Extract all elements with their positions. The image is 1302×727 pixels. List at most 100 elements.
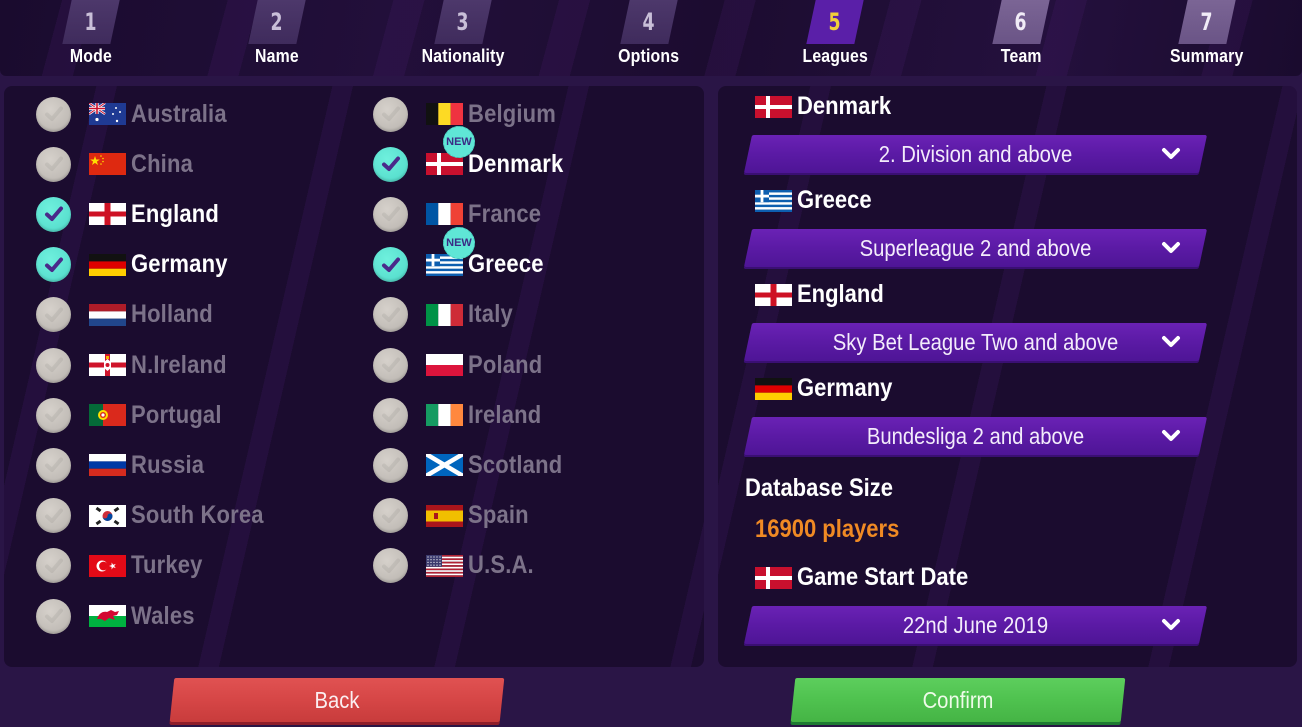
country-checkbox[interactable] [373,548,408,584]
back-button-label: Back [314,686,360,713]
country-checkbox[interactable] [36,247,71,283]
checkmark-faint-icon [44,457,63,473]
country-option-greece[interactable]: Greece NEW [373,226,554,285]
flag-nireland-icon [89,354,126,376]
country-checkbox[interactable] [373,397,408,433]
country-option-china[interactable]: China [36,144,201,184]
country-checkbox[interactable] [36,146,71,182]
step-nationality[interactable]: 3 Nationality [403,0,523,76]
flag-denmark-icon [755,566,792,589]
step-label: Options [618,46,680,66]
country-option-holland[interactable]: Holland [36,295,224,335]
checkmark-faint-icon [381,106,400,121]
game-start-date-dropdown[interactable]: 22nd June 2019 [748,606,1203,644]
checkmark-icon [44,206,63,222]
league-level-dropdown-greece[interactable]: Superleague 2 and above [748,229,1203,267]
step-team[interactable]: 6 Team [961,0,1081,76]
checkmark-faint-icon [381,357,400,372]
country-option-poland[interactable]: Poland [373,345,553,385]
checkmark-icon [44,257,63,272]
step-label: Summary [1170,46,1244,66]
checkmark-faint-icon [381,307,400,322]
flag-wales-icon [89,605,126,627]
country-option-wales[interactable]: Wales [36,596,203,636]
league-country-name: Denmark [797,92,892,120]
country-option-nireland[interactable]: N.Ireland [36,345,240,385]
step-number: 6 [1014,8,1028,36]
country-name: Scotland [468,450,563,479]
step-leagues[interactable]: 5 Leagues [775,0,895,76]
country-option-germany[interactable]: Germany [36,245,241,285]
country-checkbox[interactable] [36,196,71,232]
confirm-button-label: Confirm [922,686,994,713]
flag-greece-icon [755,189,792,212]
country-checkbox[interactable] [36,347,71,383]
checkmark-faint-icon [44,608,63,623]
flag-germany-icon [755,377,792,400]
country-option-italy[interactable]: Italy [373,295,519,335]
country-option-scotland[interactable]: Scotland [373,445,575,485]
country-checkbox[interactable] [373,96,408,132]
country-checkbox[interactable] [373,196,408,232]
flag-scotland-icon [426,454,463,477]
wizard-steps-header: 1 Mode 2 Name 3 Nationality 4 Options 5 … [0,0,1302,76]
country-checkbox[interactable] [36,297,71,333]
checkmark-faint-icon [44,106,63,121]
league-level-dropdown-denmark[interactable]: 2. Division and above [748,135,1203,173]
flag-england-icon [755,283,792,306]
country-name: Spain [468,501,529,530]
country-option-usa[interactable]: U.S.A. [373,546,543,586]
country-option-belgium[interactable]: Belgium [373,94,568,134]
country-option-spain[interactable]: Spain [373,496,537,536]
league-level-dropdown-england[interactable]: Sky Bet League Two and above [748,323,1203,361]
country-checkbox[interactable] [373,297,408,333]
step-mode[interactable]: 1 Mode [31,0,151,76]
country-name: France [468,199,542,228]
dropdown-value: 2. Division and above [878,140,1073,167]
country-checkbox[interactable] [373,498,408,534]
league-level-dropdown-germany[interactable]: Bundesliga 2 and above [748,417,1203,455]
step-label: Team [1000,46,1042,66]
checkmark-faint-icon [44,508,63,523]
country-checkbox[interactable] [36,96,71,132]
country-checkbox[interactable] [36,498,71,534]
country-option-ireland[interactable]: Ireland [373,395,551,435]
league-country-heading: Germany [755,374,905,403]
checkmark-faint-icon [44,307,63,322]
country-checkbox[interactable] [36,447,71,483]
flag-holland-icon [89,303,126,326]
country-option-russia[interactable]: Russia [36,445,214,485]
country-checkbox[interactable] [373,347,408,383]
country-option-australia[interactable]: Australia [36,94,240,134]
database-size-label: Database Size [745,474,893,502]
chevron-down-icon [1162,242,1180,253]
step-number: 5 [828,8,842,36]
country-checkbox[interactable] [36,397,71,433]
country-name: Wales [131,601,195,630]
flag-spain-icon [426,504,463,527]
country-option-england[interactable]: England [36,194,231,234]
country-checkbox[interactable] [373,247,408,283]
country-checkbox[interactable] [373,146,408,182]
country-name: Denmark [468,149,564,178]
checkmark-icon [381,257,400,272]
country-option-turkey[interactable]: Turkey [36,546,212,586]
country-option-denmark[interactable]: Denmark NEW [373,126,576,184]
country-option-southkorea[interactable]: South Korea [36,496,282,536]
country-checkbox[interactable] [373,447,408,483]
step-options[interactable]: 4 Options [589,0,709,76]
step-summary[interactable]: 7 Summary [1147,0,1267,76]
back-button[interactable]: Back [172,678,502,722]
step-number: 7 [1200,8,1214,36]
database-size-value: 16900 players [755,515,900,543]
country-checkbox[interactable] [36,548,71,584]
country-name: Ireland [468,400,542,429]
step-name[interactable]: 2 Name [217,0,337,76]
step-number-box: 5 [811,0,859,44]
flag-usa-icon [426,554,463,577]
country-checkbox[interactable] [36,598,71,634]
chevron-down-icon [1162,430,1180,441]
confirm-button[interactable]: Confirm [793,678,1123,722]
checkmark-faint-icon [44,357,63,372]
country-option-portugal[interactable]: Portugal [36,395,234,435]
